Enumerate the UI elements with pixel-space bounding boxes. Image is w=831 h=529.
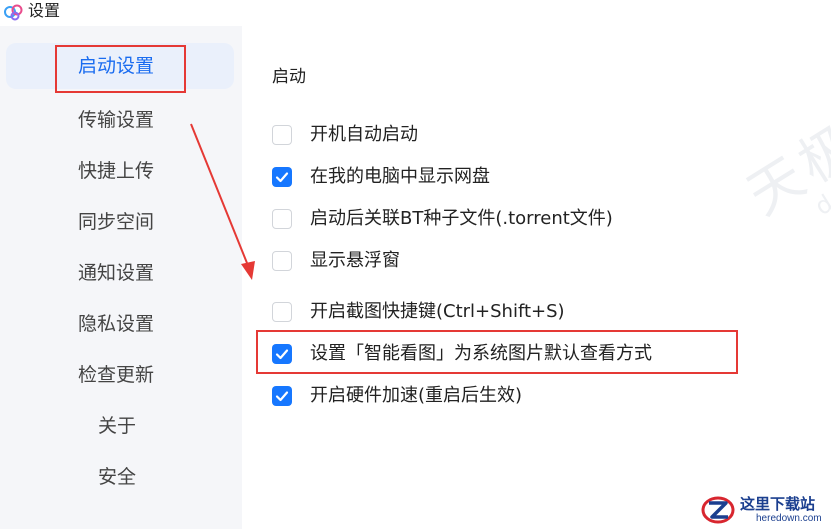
sidebar-item-label: 快捷上传 bbox=[78, 160, 155, 182]
brand-url: heredown.com bbox=[756, 513, 822, 524]
option-label: 开机自动启动 bbox=[310, 124, 418, 145]
site-logo: 这里下载站 heredown.com bbox=[696, 492, 831, 529]
window-title: 设置 bbox=[28, 1, 61, 20]
cloud-drive-logo-icon bbox=[4, 4, 23, 21]
option-label: 开启硬件加速(重启后生效) bbox=[310, 385, 523, 406]
settings-content-panel: 天极下载站 down.yesky.com 启动 开机自动启动 在我的电脑中显示网… bbox=[242, 15, 831, 529]
checkmark-icon bbox=[275, 391, 289, 402]
sidebar-item-privacy-settings[interactable]: 隐私设置 bbox=[0, 301, 230, 347]
sidebar-item-security[interactable]: 安全 bbox=[0, 454, 230, 500]
watermark-url: down.yesky.com bbox=[810, 93, 831, 222]
title-bar: 设置 bbox=[0, 0, 831, 26]
annotation-highlight-box bbox=[256, 330, 738, 374]
option-label: 启动后关联BT种子文件(.torrent文件) bbox=[310, 208, 613, 229]
sidebar-item-label: 关于 bbox=[98, 415, 137, 437]
checkbox-unchecked[interactable] bbox=[272, 251, 292, 271]
sidebar-item-label: 通知设置 bbox=[78, 262, 155, 284]
sidebar-item-about[interactable]: 关于 bbox=[0, 403, 230, 449]
brand-z-icon bbox=[701, 496, 735, 524]
annotation-highlight-box bbox=[55, 45, 186, 93]
option-label: 显示悬浮窗 bbox=[310, 250, 400, 271]
checkbox-unchecked[interactable] bbox=[272, 125, 292, 145]
section-title: 启动 bbox=[272, 67, 306, 87]
checkbox-unchecked[interactable] bbox=[272, 209, 292, 229]
watermark: 天极下载站 down.yesky.com bbox=[702, 0, 831, 301]
checkbox-checked[interactable] bbox=[272, 386, 292, 406]
sidebar-item-label: 隐私设置 bbox=[78, 313, 155, 335]
brand-name: 这里下载站 bbox=[740, 495, 816, 513]
sidebar-item-label: 检查更新 bbox=[78, 364, 155, 386]
sidebar-item-label: 安全 bbox=[98, 466, 137, 488]
watermark-text: 天极下载站 bbox=[736, 14, 831, 228]
option-label: 开启截图快捷键(Ctrl+Shift+S) bbox=[310, 301, 565, 322]
annotation-arrow-icon bbox=[190, 123, 255, 280]
checkmark-icon bbox=[275, 172, 289, 183]
sidebar-item-check-update[interactable]: 检查更新 bbox=[0, 352, 230, 398]
option-label: 在我的电脑中显示网盘 bbox=[310, 166, 490, 187]
checkbox-checked[interactable] bbox=[272, 167, 292, 187]
sidebar-item-label: 同步空间 bbox=[78, 211, 155, 233]
checkbox-unchecked[interactable] bbox=[272, 302, 292, 322]
sidebar-item-label: 传输设置 bbox=[78, 109, 155, 131]
